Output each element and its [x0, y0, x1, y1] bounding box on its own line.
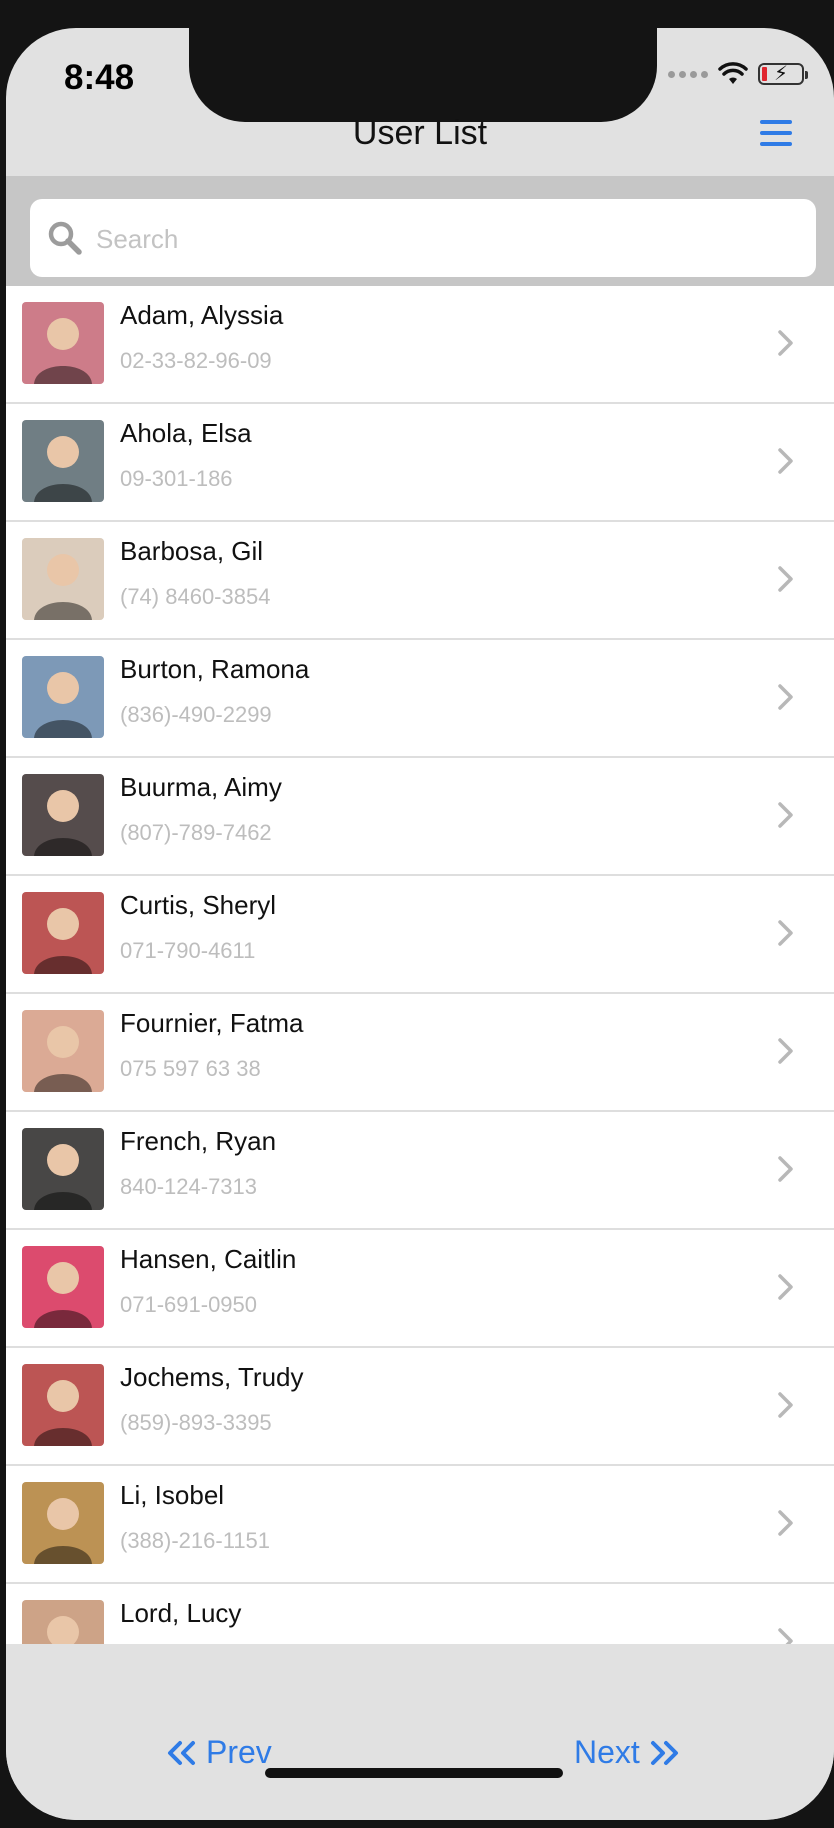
double-chevron-right-icon [650, 1740, 678, 1765]
chevron-right-icon [778, 802, 793, 828]
double-chevron-left-icon [168, 1740, 195, 1765]
avatar [22, 656, 104, 738]
list-item[interactable]: Adam, Alyssia 02-33-82-96-09 [6, 286, 834, 404]
status-time: 8:48 [64, 58, 135, 97]
user-phone: (74) 8460-3854 [120, 584, 271, 609]
user-phone: 840-124-7313 [120, 1174, 258, 1199]
avatar-image [22, 892, 104, 974]
chevron-right-icon [778, 448, 793, 474]
chevron-right-icon [778, 1628, 793, 1644]
next-label: Next [574, 1734, 640, 1770]
avatar [22, 1482, 104, 1564]
nav-bar: User List [6, 96, 834, 176]
user-name: Jochems, Trudy [120, 1362, 304, 1392]
list-item[interactable]: Fournier, Fatma 075 597 63 38 [6, 994, 834, 1112]
chevron-right-icon [778, 1274, 793, 1300]
search-box[interactable] [30, 199, 816, 277]
user-name: Adam, Alyssia [120, 300, 284, 330]
chevron-right-icon [778, 1392, 793, 1418]
user-phone: 02-33-82-96-09 [120, 348, 272, 373]
avatar-image [22, 1364, 104, 1446]
search-icon [48, 221, 82, 255]
user-phone: 071-790-4611 [120, 938, 256, 963]
user-name: French, Ryan [120, 1126, 277, 1156]
user-list: Adam, Alyssia 02-33-82-96-09 Ahola, Elsa 09… [6, 286, 834, 1644]
chevron-right-icon [778, 566, 793, 592]
avatar [22, 1128, 104, 1210]
menu-icon[interactable] [760, 120, 792, 152]
avatar-image [22, 1246, 104, 1328]
list-item[interactable]: Hansen, Caitlin 071-691-0950 [6, 1230, 834, 1348]
user-name: Ahola, Elsa [120, 418, 252, 448]
user-phone: 071-691-0950 [120, 1292, 258, 1317]
chevron-right-icon [778, 1156, 793, 1182]
list-item[interactable]: Jochems, Trudy (859)-893-3395 [6, 1348, 834, 1466]
user-name: Hansen, Caitlin [120, 1244, 297, 1274]
list-item[interactable]: Ahola, Elsa 09-301-186 [6, 404, 834, 522]
cellular-signal-icon [668, 70, 708, 78]
avatar-image [22, 1482, 104, 1564]
user-name: Lord, Lucy [120, 1598, 242, 1628]
list-item[interactable]: Buurma, Aimy (807)-789-7462 [6, 758, 834, 876]
chevron-right-icon [778, 920, 793, 946]
list-item[interactable]: French, Ryan 840-124-7313 [6, 1112, 834, 1230]
avatar-image [22, 656, 104, 738]
user-name: Curtis, Sheryl [120, 890, 277, 920]
avatar-image [22, 774, 104, 856]
avatar [22, 1010, 104, 1092]
device-bezel: 8:48 ⚡ User List Search Adam, Alyssia 02… [0, 0, 834, 1828]
list-item[interactable]: Lord, Lucy [6, 1584, 834, 1644]
search-bar [6, 176, 834, 286]
avatar [22, 1600, 104, 1644]
avatar-image [22, 420, 104, 502]
avatar [22, 302, 104, 384]
wifi-icon [718, 62, 748, 84]
user-phone: (859)-893-3395 [120, 1410, 272, 1435]
avatar-image [22, 538, 104, 620]
chevron-right-icon [778, 684, 793, 710]
chevron-right-icon [778, 1510, 793, 1536]
search-input[interactable] [94, 213, 798, 265]
chevron-right-icon [778, 330, 793, 356]
list-item[interactable]: Li, Isobel (388)-216-1151 [6, 1466, 834, 1584]
avatar [22, 538, 104, 620]
status-icons: ⚡ [668, 62, 808, 86]
user-name: Li, Isobel [120, 1480, 225, 1510]
chevron-right-icon [778, 1038, 793, 1064]
user-phone: (807)-789-7462 [120, 820, 272, 845]
avatar [22, 420, 104, 502]
avatar-image [22, 1600, 104, 1644]
avatar [22, 892, 104, 974]
list-item[interactable]: Curtis, Sheryl 071-790-4611 [6, 876, 834, 994]
user-phone: 09-301-186 [120, 466, 233, 491]
avatar-image [22, 1128, 104, 1210]
next-button[interactable]: Next [574, 1734, 680, 1771]
user-name: Burton, Ramona [120, 654, 310, 684]
home-indicator[interactable] [265, 1768, 563, 1778]
page-title: User List [352, 114, 488, 152]
user-name: Buurma, Aimy [120, 772, 282, 802]
user-phone: (388)-216-1151 [120, 1528, 271, 1553]
app-screen: 8:48 ⚡ User List Search Adam, Alyssia 02… [6, 28, 834, 1820]
avatar [22, 774, 104, 856]
battery-charging-icon: ⚡ [758, 63, 808, 85]
avatar-image [22, 1010, 104, 1092]
user-phone: 075 597 63 38 [120, 1056, 261, 1081]
avatar [22, 1246, 104, 1328]
avatar-image [22, 302, 104, 384]
prev-button[interactable]: Prev [166, 1734, 272, 1771]
prev-label: Prev [206, 1734, 272, 1770]
list-item[interactable]: Burton, Ramona (836)-490-2299 [6, 640, 834, 758]
list-item[interactable]: Barbosa, Gil (74) 8460-3854 [6, 522, 834, 640]
pager-footer: Prev Next [6, 1644, 834, 1820]
avatar [22, 1364, 104, 1446]
user-name: Fournier, Fatma [120, 1008, 304, 1038]
user-name: Barbosa, Gil [120, 536, 264, 566]
user-phone: (836)-490-2299 [120, 702, 272, 727]
